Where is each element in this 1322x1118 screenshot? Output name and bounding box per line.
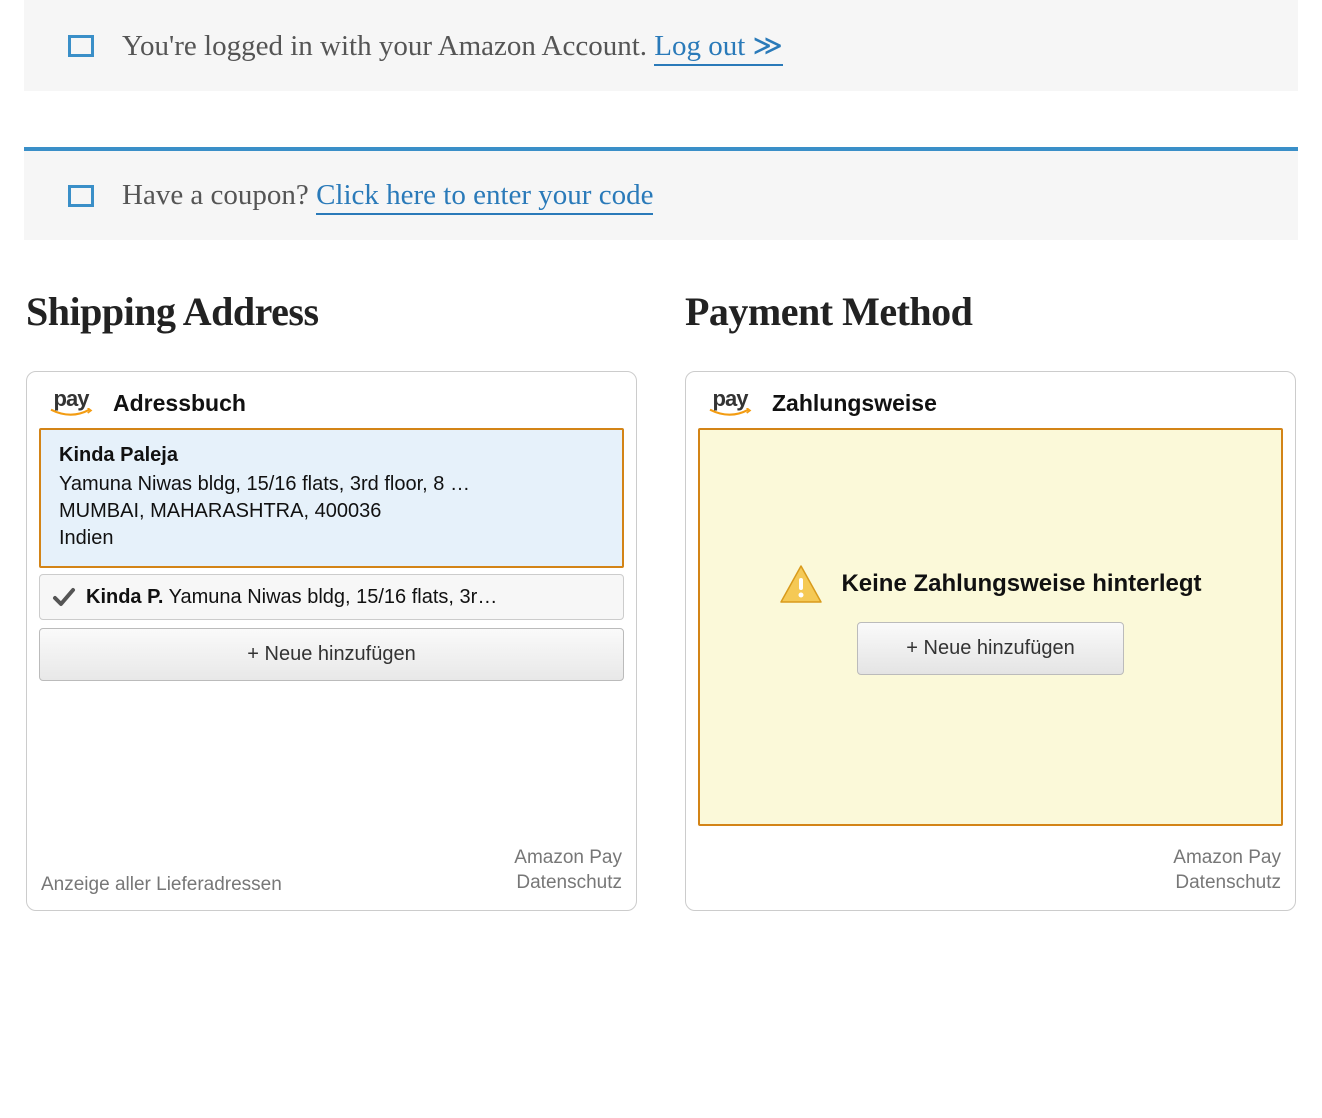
payment-widget-title: Zahlungsweise: [772, 390, 937, 417]
payment-empty-box: Keine Zahlungsweise hinterlegt + Neue hi…: [698, 428, 1283, 826]
show-all-addresses-link[interactable]: Anzeige aller Lieferadressen: [41, 874, 282, 896]
coupon-info-text: Have a coupon? Click here to enter your …: [122, 179, 653, 212]
coupon-info-prefix: Have a coupon?: [122, 179, 316, 211]
add-payment-button[interactable]: + Neue hinzufügen: [857, 622, 1123, 675]
privacy-link[interactable]: Datenschutz: [1173, 870, 1281, 896]
payment-widget: pay Zahlungsweise: [685, 371, 1296, 911]
coupon-info-bar: Have a coupon? Click here to enter your …: [24, 147, 1298, 240]
shipping-heading: Shipping Address: [26, 288, 637, 335]
logout-link[interactable]: Log out ≫: [654, 30, 783, 66]
selected-address-line3: Indien: [59, 525, 604, 552]
coupon-link[interactable]: Click here to enter your code: [316, 179, 653, 215]
payment-column: Payment Method pay Zahlungsweise: [685, 288, 1296, 911]
add-address-button[interactable]: + Neue hinzufügen: [39, 628, 624, 681]
address-widget: pay Adressbuch Kinda Paleja Yamuna N: [26, 371, 637, 911]
address-option-row[interactable]: Kinda P. Yamuna Niwas bldg, 15/16 flats,…: [39, 574, 624, 620]
amazon-pay-label: Amazon Pay: [1173, 845, 1281, 871]
amazon-pay-label: Amazon Pay: [514, 845, 622, 871]
amazon-pay-logo-icon: pay: [45, 388, 97, 418]
login-info-prefix: You're logged in with your Amazon Accoun…: [122, 30, 654, 62]
checkmark-icon: [52, 585, 76, 609]
address-widget-footer: Anzeige aller Lieferadressen Amazon Pay …: [39, 841, 624, 896]
selected-address-line1: Yamuna Niwas bldg, 15/16 flats, 3rd floo…: [59, 471, 604, 498]
login-info-bar: You're logged in with your Amazon Accoun…: [24, 0, 1298, 91]
selected-address-line2: MUMBAI, MAHARASHTRA, 400036: [59, 498, 604, 525]
address-widget-header: pay Adressbuch: [39, 382, 624, 428]
payment-warning-text: Keine Zahlungsweise hinterlegt: [841, 570, 1201, 598]
amazon-pay-logo-icon: pay: [704, 388, 756, 418]
privacy-link[interactable]: Datenschutz: [514, 870, 622, 896]
payment-widget-footer: Amazon Pay Datenschutz: [698, 841, 1283, 896]
address-option-text: Kinda P. Yamuna Niwas bldg, 15/16 flats,…: [86, 586, 497, 609]
payment-heading: Payment Method: [685, 288, 1296, 335]
box-icon: [68, 185, 94, 207]
address-widget-title: Adressbuch: [113, 390, 246, 417]
warning-icon: [779, 564, 823, 604]
selected-address-card[interactable]: Kinda Paleja Yamuna Niwas bldg, 15/16 fl…: [39, 428, 624, 568]
payment-warning-row: Keine Zahlungsweise hinterlegt: [779, 564, 1201, 604]
login-info-text: You're logged in with your Amazon Accoun…: [122, 28, 783, 63]
selected-address-name: Kinda Paleja: [59, 444, 604, 467]
box-icon: [68, 35, 94, 57]
address-option-rest: Yamuna Niwas bldg, 15/16 flats, 3r…: [163, 586, 497, 608]
payment-widget-header: pay Zahlungsweise: [698, 382, 1283, 428]
shipping-column: Shipping Address pay Adressbuch: [26, 288, 637, 911]
address-option-name: Kinda P.: [86, 586, 163, 608]
